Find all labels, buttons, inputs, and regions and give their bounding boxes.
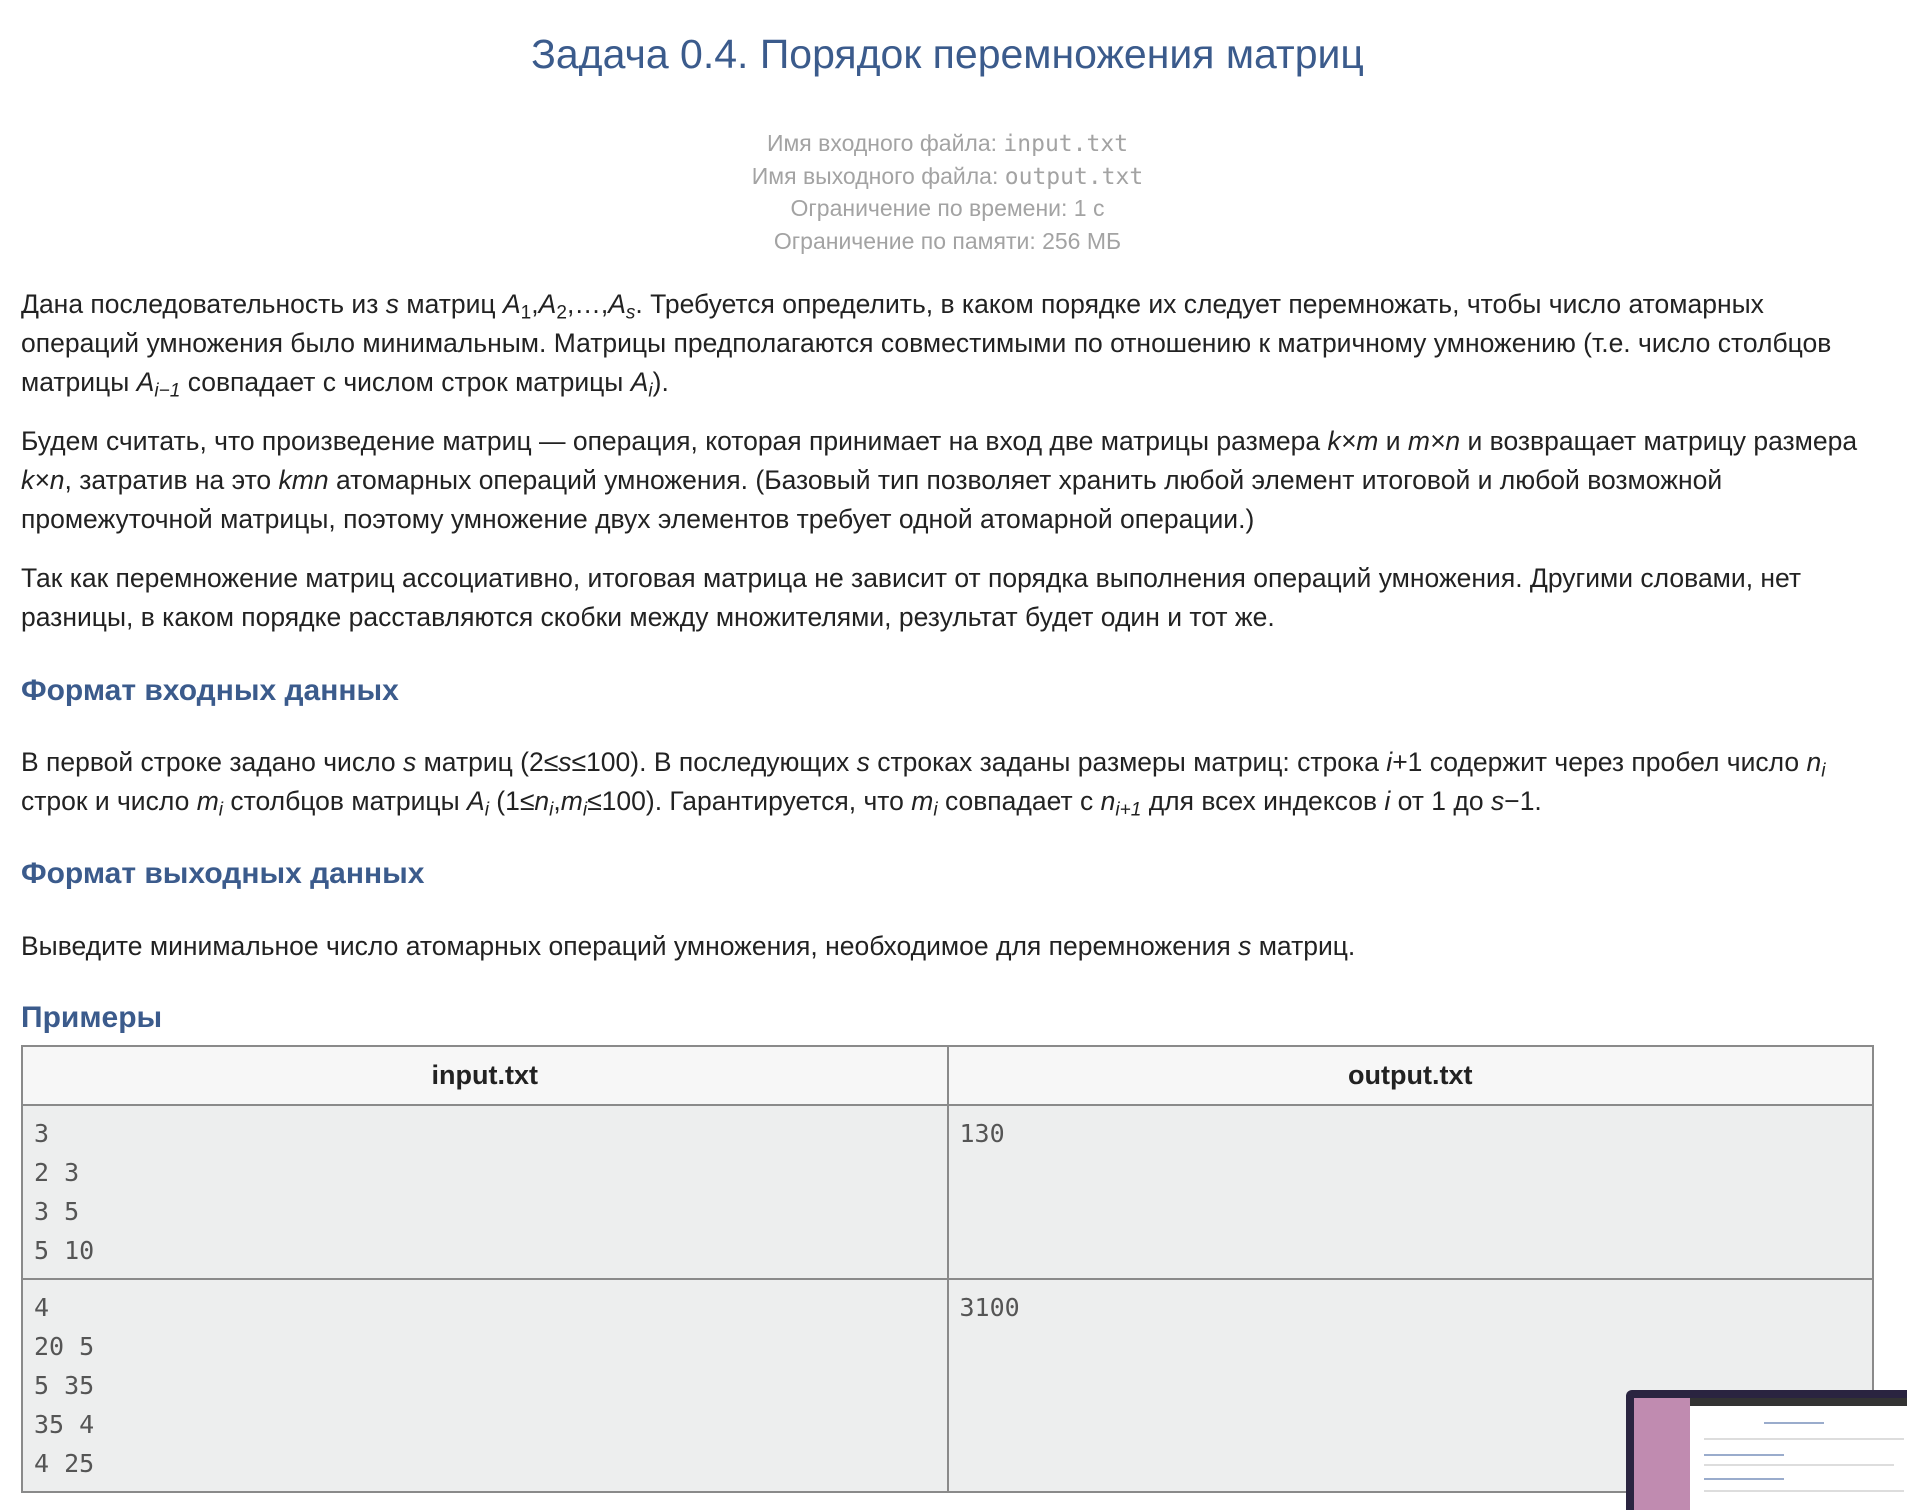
text-run: Дана последовательность из — [21, 289, 386, 319]
statement-paragraph-3: Так как перемножение матриц ассоциативно… — [21, 563, 1802, 632]
thumbnail-line — [1704, 1464, 1894, 1466]
example-input-cell: 3 2 3 3 5 5 10 — [21, 1104, 949, 1280]
column-header-input: input.txt — [21, 1045, 949, 1106]
text-run: матриц — [398, 289, 503, 319]
output-file-label: Имя выходного файла: — [751, 162, 1005, 189]
math-var: k×m — [1327, 426, 1379, 456]
text-run: матриц (2≤ — [416, 747, 559, 777]
input-file-label: Имя входного файла: — [766, 130, 1004, 156]
text-run: ,…, — [566, 289, 609, 319]
math-var: s — [402, 747, 417, 777]
thumbnail-line — [1704, 1478, 1784, 1480]
text-run: столбцов матрицы — [223, 786, 467, 816]
math-var: n — [1100, 786, 1116, 816]
output-file-line: Имя выходного файла: output.txt — [21, 160, 1874, 193]
input-format-heading: Формат входных данных — [21, 674, 399, 707]
math-var: k×n — [21, 465, 65, 495]
problem-page: Задача 0.4. Порядок перемножения матриц … — [21, 0, 1874, 1493]
math-sub: i−1 — [154, 380, 181, 402]
math-var: A — [538, 289, 557, 319]
text-run: (1≤ — [488, 786, 535, 816]
table-row: 4 20 5 5 35 35 4 4 25 3100 — [21, 1278, 1874, 1493]
examples-heading: Примеры — [21, 1001, 163, 1034]
text-run: и — [1378, 426, 1408, 456]
input-file-line: Имя входного файла: input.txt — [21, 127, 1874, 160]
output-format-text: Выведите минимальное число атомарных опе… — [21, 927, 1874, 966]
math-var: s — [558, 747, 572, 777]
examples-header-row: input.txt output.txt — [21, 1045, 1874, 1106]
text-run: ≤100). В последующих — [571, 747, 857, 777]
thumbnail-sidebar — [1634, 1398, 1690, 1510]
text-run: , — [553, 786, 561, 816]
output-file-name: output.txt — [1004, 163, 1144, 190]
math-var: n — [1806, 747, 1822, 777]
thumbnail-line — [1704, 1454, 1784, 1456]
math-var: A — [608, 289, 626, 319]
thumbnail-line — [1764, 1422, 1824, 1424]
text-run: В первой строке задано число — [21, 747, 403, 777]
text-run: для всех индексов — [1141, 786, 1385, 816]
math-var: m×n — [1407, 426, 1461, 456]
column-header-output: output.txt — [946, 1045, 1874, 1106]
text-run: −1. — [1504, 786, 1542, 816]
problem-limits: Имя входного файла: input.txt Имя выходн… — [21, 127, 1874, 257]
text-run: совпадает с числом строк матрицы — [180, 367, 631, 397]
statement-paragraph-1: Дана последовательность из s матриц A1,A… — [21, 289, 1832, 402]
text-run: от 1 до — [1390, 786, 1491, 816]
math-sub: s — [625, 302, 636, 324]
math-sub: i+1 — [1115, 799, 1142, 821]
text-run: ). — [652, 367, 669, 397]
math-var: A — [467, 786, 485, 816]
examples-table: input.txt output.txt 3 2 3 3 5 5 10 130 … — [21, 1045, 1874, 1493]
math-var: A — [630, 367, 649, 397]
text-run: +1 содержит через пробел число — [1392, 747, 1807, 777]
time-limit: Ограничение по времени: 1 с — [790, 195, 1105, 221]
math-sub: 2 — [556, 302, 567, 324]
thumbnail-line — [1704, 1490, 1904, 1492]
text-run: ≤100). Гарантируется, что — [587, 786, 912, 816]
math-var: s — [1490, 786, 1505, 816]
math-sub: 1 — [520, 302, 532, 324]
thumbnail-screen — [1634, 1398, 1907, 1510]
math-var: m — [911, 786, 934, 816]
statement-paragraph-2: Будем считать, что произведение матриц —… — [21, 422, 1874, 539]
text-run: совпадает с — [937, 786, 1101, 816]
problem-title: Задача 0.4. Порядок перемножения матриц — [531, 31, 1364, 77]
input-file-name: input.txt — [1003, 131, 1129, 157]
text-run: и возвращает матрицу размера — [1460, 426, 1858, 456]
math-sub: i — [1821, 760, 1826, 782]
thumbnail-line — [1704, 1438, 1904, 1440]
text-run: Будем считать, что произведение матриц —… — [21, 426, 1328, 456]
input-format-text: В первой строке задано число s матриц (2… — [21, 743, 1874, 821]
text-run: строк и число — [21, 786, 197, 816]
example-output-cell: 130 — [946, 1104, 1874, 1280]
math-var: A — [136, 367, 155, 397]
math-var: s — [856, 747, 870, 777]
text-run: , затратив на это — [64, 465, 279, 495]
output-format-heading: Формат выходных данных — [21, 857, 425, 890]
math-var: m — [196, 786, 219, 816]
math-var: A — [502, 289, 521, 319]
text-run: матриц. — [1251, 931, 1356, 961]
table-row: 3 2 3 3 5 5 10 130 — [21, 1104, 1874, 1280]
math-var: n — [534, 786, 550, 816]
text-run: строках заданы размеры матриц: строка — [869, 747, 1387, 777]
math-var: s — [385, 289, 399, 319]
screenshot-thumbnail-preview[interactable] — [1626, 1390, 1907, 1510]
math-var: m — [560, 786, 583, 816]
memory-limit: Ограничение по памяти: 256 МБ — [773, 227, 1122, 254]
text-run: Выведите минимальное число атомарных опе… — [21, 931, 1239, 961]
math-var: s — [1238, 931, 1252, 961]
example-input-cell: 4 20 5 5 35 35 4 4 25 — [21, 1278, 949, 1493]
math-var: kmn — [278, 465, 329, 495]
